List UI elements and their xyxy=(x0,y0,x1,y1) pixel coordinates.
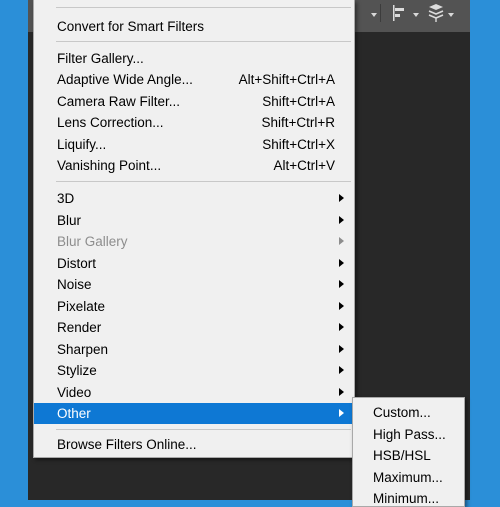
menu-item-label: Vanishing Point... xyxy=(57,158,162,173)
submenu-arrow-icon xyxy=(339,259,344,267)
submenu-arrow-icon xyxy=(339,237,344,245)
menu-item-filter-gallery[interactable]: Filter Gallery... xyxy=(34,48,354,69)
menu-item-stylize[interactable]: Stylize xyxy=(34,360,354,381)
menu-item-blur[interactable]: Blur xyxy=(34,210,354,231)
menu-item-sharpen[interactable]: Sharpen xyxy=(34,339,354,360)
menu-separator xyxy=(56,181,351,182)
menu-separator xyxy=(56,429,351,430)
submenu-arrow-icon xyxy=(339,388,344,396)
menu-item-3d[interactable]: 3D xyxy=(34,188,354,209)
menu-item-label: Pixelate xyxy=(57,299,106,314)
menu-item-lens-correction[interactable]: Lens Correction... Shift+Ctrl+R xyxy=(34,112,354,133)
menu-item-label: Blur Gallery xyxy=(57,234,128,249)
menu-item-label: Camera Raw Filter... xyxy=(57,94,181,109)
menu-item-pixelate[interactable]: Pixelate xyxy=(34,296,354,317)
submenu-arrow-icon xyxy=(339,194,344,202)
align-icon[interactable] xyxy=(388,2,412,24)
submenu-item-label: Custom... xyxy=(373,405,431,420)
menu-item-browse-filters-online[interactable]: Browse Filters Online... xyxy=(34,434,354,455)
menu-item-shortcut: Shift+Ctrl+R xyxy=(261,115,335,130)
menu-item-label: Browse Filters Online... xyxy=(57,437,197,452)
menu-separator xyxy=(56,41,351,42)
menu-item-vanishing-point[interactable]: Vanishing Point... Alt+Ctrl+V xyxy=(34,155,354,176)
other-submenu: Custom... High Pass... HSB/HSL Maximum..… xyxy=(352,397,465,507)
filter-menu: Convert for Smart Filters Filter Gallery… xyxy=(33,0,355,458)
menu-separator xyxy=(56,7,351,8)
distribute-icon[interactable] xyxy=(424,2,448,24)
menu-item-other[interactable]: Other xyxy=(34,403,354,424)
menu-item-label: Video xyxy=(57,385,92,400)
menu-item-camera-raw-filter[interactable]: Camera Raw Filter... Shift+Ctrl+A xyxy=(34,91,354,112)
toolbar-divider xyxy=(380,4,381,22)
submenu-item-custom[interactable]: Custom... xyxy=(353,402,464,423)
menu-item-render[interactable]: Render xyxy=(34,317,354,338)
menu-item-video[interactable]: Video xyxy=(34,382,354,403)
submenu-item-hsb-hsl[interactable]: HSB/HSL xyxy=(353,445,464,466)
menu-item-shortcut: Shift+Ctrl+X xyxy=(262,137,335,152)
submenu-item-high-pass[interactable]: High Pass... xyxy=(353,424,464,445)
menu-item-label: Adaptive Wide Angle... xyxy=(57,72,193,87)
menu-item-noise[interactable]: Noise xyxy=(34,274,354,295)
menu-item-label: Filter Gallery... xyxy=(57,51,144,66)
submenu-item-label: High Pass... xyxy=(373,427,446,442)
submenu-arrow-icon xyxy=(339,302,344,310)
menu-item-blur-gallery: Blur Gallery xyxy=(34,231,354,252)
submenu-item-label: HSB/HSL xyxy=(373,448,431,463)
menu-item-label: Other xyxy=(57,406,91,421)
submenu-item-maximum[interactable]: Maximum... xyxy=(353,467,464,488)
submenu-arrow-icon xyxy=(339,216,344,224)
submenu-arrow-icon xyxy=(339,409,344,417)
menu-item-label: Render xyxy=(57,320,102,335)
menu-item-label: Sharpen xyxy=(57,342,109,357)
submenu-arrow-icon xyxy=(339,366,344,374)
menu-item-shortcut: Shift+Ctrl+A xyxy=(262,94,335,109)
menu-item-label: Distort xyxy=(57,256,97,271)
submenu-item-minimum[interactable]: Minimum... xyxy=(353,488,464,506)
submenu-arrow-icon xyxy=(339,323,344,331)
dropdown-caret-icon[interactable] xyxy=(371,13,377,17)
menu-item-shortcut: Alt+Shift+Ctrl+A xyxy=(238,72,335,87)
menu-item-label: Noise xyxy=(57,277,92,292)
menu-item-adaptive-wide-angle[interactable]: Adaptive Wide Angle... Alt+Shift+Ctrl+A xyxy=(34,69,354,90)
submenu-arrow-icon xyxy=(339,280,344,288)
menu-item-shortcut: Alt+Ctrl+V xyxy=(273,158,335,173)
menu-item-label: Stylize xyxy=(57,363,97,378)
align-caret-icon[interactable] xyxy=(413,13,419,17)
distribute-caret-icon[interactable] xyxy=(448,13,454,17)
menu-item-label: Lens Correction... xyxy=(57,115,164,130)
submenu-item-label: Maximum... xyxy=(373,470,443,485)
menu-item-label: Blur xyxy=(57,213,82,228)
menu-item-distort[interactable]: Distort xyxy=(34,253,354,274)
menu-item-liquify[interactable]: Liquify... Shift+Ctrl+X xyxy=(34,134,354,155)
menu-item-label: Convert for Smart Filters xyxy=(57,19,205,34)
submenu-arrow-icon xyxy=(339,345,344,353)
menu-item-convert-for-smart-filters[interactable]: Convert for Smart Filters xyxy=(34,16,354,37)
menu-item-label: 3D xyxy=(57,191,75,206)
menu-item-label: Liquify... xyxy=(57,137,107,152)
submenu-item-label: Minimum... xyxy=(373,491,440,506)
